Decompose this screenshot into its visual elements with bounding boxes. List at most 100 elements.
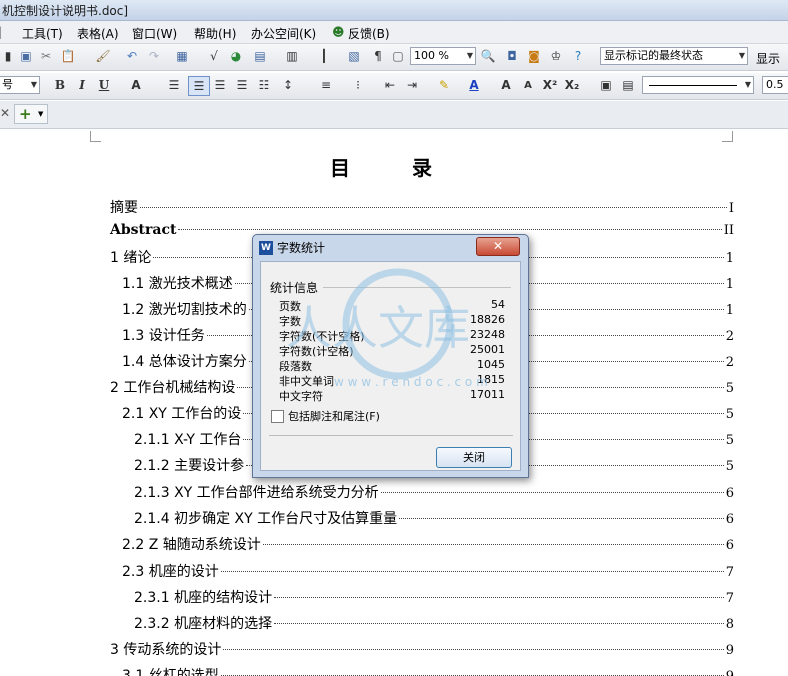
feedback-icon: ☻	[332, 25, 345, 39]
insert-table-icon[interactable]: ▦	[174, 48, 190, 64]
toc-entry-text: 2.3 机座的设计	[122, 564, 219, 580]
font-color-icon[interactable]: A	[466, 77, 482, 93]
subscript-button[interactable]: X₂	[564, 77, 580, 93]
insert-picture-icon[interactable]: ◕	[228, 48, 244, 64]
zoom-value: 100 %	[414, 49, 449, 62]
undo-icon[interactable]: ↶	[124, 48, 140, 64]
toc-entry-text: 3 传动系统的设计	[110, 642, 222, 658]
menu-table[interactable]: 表格(A)	[77, 25, 119, 42]
question-icon[interactable]: ?	[570, 48, 586, 64]
print-preview-icon[interactable]: ▢	[390, 48, 406, 64]
toc-leader	[262, 544, 724, 545]
distribute-icon[interactable]: ☷	[256, 77, 272, 93]
stat-label: 中文字符	[279, 390, 323, 403]
redo-partial-icon[interactable]: ▮	[0, 48, 16, 64]
toc-entry-text: 2.1 XY 工作台的设	[122, 406, 242, 422]
italic-button[interactable]: I	[74, 77, 90, 93]
dialog-body: 统计信息 页数 54 字数 18826 字符数(不计空格) 23248 字符数(计空格…	[260, 261, 521, 471]
cut-icon[interactable]: ✂	[38, 48, 54, 64]
find-icon[interactable]: 🔍	[480, 48, 496, 64]
toc-entry[interactable]: 2.1.3 XY 工作台部件进给系统受力分析 6	[134, 482, 734, 506]
align-right-icon[interactable]: ☰	[212, 77, 228, 93]
align-left-icon[interactable]: ☰	[166, 77, 182, 93]
bullets-icon[interactable]: ⁝	[350, 77, 366, 93]
word-count-dialog: W 字数统计 ✕ 统计信息 页数 54 字数 18826 字符数(不计空格) 2324…	[252, 234, 529, 478]
new-tab-button[interactable]: + ▼	[14, 104, 48, 124]
research-icon[interactable]: ◘	[504, 48, 520, 64]
format-painter-icon[interactable]: 🖌	[95, 48, 111, 64]
line-style-preview	[649, 85, 737, 86]
close-button[interactable]: 关闭	[436, 447, 512, 468]
show-menu-label[interactable]: 显示	[756, 50, 780, 67]
toc-leader	[274, 623, 724, 624]
stat-value: 23248	[470, 328, 505, 341]
document-tab-bar: ✕ + ▼	[0, 101, 788, 129]
menu-window[interactable]: 窗口(W)	[132, 25, 177, 42]
stat-value: 17011	[470, 388, 505, 401]
toc-entry[interactable]: 2.3 机座的设计 7	[122, 561, 734, 585]
justify-icon[interactable]: ☰	[234, 77, 250, 93]
chevron-down-icon: ▼	[466, 51, 473, 60]
toc-entry[interactable]: 3.1 丝杠的选型 9	[122, 665, 734, 676]
line-style-select[interactable]: ▼	[642, 76, 754, 94]
superscript-button[interactable]: X²	[542, 77, 558, 93]
title-bar: 机控制设计说明书.doc]	[0, 0, 788, 21]
standard-toolbar: ▮ ▣ ✂ 📋 🖌 ↶ ↷ ▦ √ ◕ ▤ ▥ ┃ ▧ ¶ ▢ 100 % ▼ …	[0, 44, 788, 71]
grow-font-icon[interactable]: A	[498, 77, 514, 93]
toc-entry[interactable]: 2.2 Z 轴随动系统设计 6	[122, 534, 734, 558]
dialog-close-icon[interactable]: ✕	[476, 237, 520, 256]
stat-row: 中文字符 17011	[279, 388, 505, 404]
toc-entry-text: 1.1 激光技术概述	[122, 276, 233, 292]
formula-icon[interactable]: √	[206, 48, 222, 64]
font-effect-icon[interactable]: A	[128, 77, 144, 93]
columns-icon[interactable]: ▥	[284, 48, 300, 64]
table-grid-icon[interactable]: ▤	[252, 48, 268, 64]
toc-entry[interactable]: 摘要 I	[110, 197, 734, 221]
shirt-icon[interactable]: ♔	[548, 48, 564, 64]
toc-leader	[223, 649, 724, 650]
highlight-icon[interactable]: ✎	[436, 77, 452, 93]
menu-feedback[interactable]: 反馈(B)	[348, 25, 390, 42]
menu-office-space[interactable]: 办公空间(K)	[251, 25, 316, 42]
include-footnotes-checkbox[interactable]: 包括脚注和尾注(F)	[271, 408, 380, 424]
decrease-indent-icon[interactable]: ⇤	[382, 77, 398, 93]
dialog-title: 字数统计	[277, 241, 326, 255]
toc-entry-text: 2.2 Z 轴随动系统设计	[122, 537, 261, 553]
help-icon[interactable]: ◙	[526, 48, 542, 64]
toc-entry-page: 2	[725, 329, 734, 344]
line-weight-select[interactable]: 0.5	[762, 76, 788, 94]
chart-icon[interactable]: ┃	[316, 48, 332, 64]
toc-entry[interactable]: 3 传动系统的设计 9	[110, 639, 734, 663]
stat-row: 字符数(计空格) 25001	[279, 343, 505, 359]
zoom-select[interactable]: 100 % ▼	[410, 47, 476, 65]
document-map-icon[interactable]: ▧	[346, 48, 362, 64]
toc-entry[interactable]: 2.1.4 初步确定 XY 工作台尺寸及估算重量 6	[134, 508, 734, 532]
close-tab-icon[interactable]: ✕	[0, 106, 10, 120]
menu-help[interactable]: 帮助(H)	[194, 25, 236, 42]
toc-leader	[220, 571, 724, 572]
shading-icon[interactable]: ▤	[620, 77, 636, 93]
markup-state-select[interactable]: 显示标记的最终状态 ▼	[600, 47, 748, 65]
bold-button[interactable]: B	[52, 77, 68, 93]
align-center-icon[interactable]: ☰	[188, 76, 210, 96]
font-size-select[interactable]: 号 ▼	[0, 76, 40, 94]
toc-entry[interactable]: 2.3.2 机座材料的选择 8	[134, 613, 734, 637]
save-icon[interactable]: ▣	[18, 48, 34, 64]
toc-entry-page: 5	[725, 381, 734, 396]
line-spacing-icon[interactable]: ↕	[280, 77, 296, 93]
increase-indent-icon[interactable]: ⇥	[404, 77, 420, 93]
shrink-font-icon[interactable]: A	[520, 77, 536, 93]
paste-icon[interactable]: 📋	[60, 48, 76, 64]
borders-icon[interactable]: ▣	[598, 77, 614, 93]
markup-state-value: 显示标记的最终状态	[604, 49, 703, 62]
paragraph-marks-icon[interactable]: ¶	[370, 48, 386, 64]
checkbox-label: 包括脚注和尾注(F)	[288, 410, 380, 423]
toc-entry[interactable]: 2.3.1 机座的结构设计 7	[134, 587, 734, 611]
redo-icon[interactable]: ↷	[146, 48, 162, 64]
numbering-icon[interactable]: ≡	[318, 77, 334, 93]
toc-entry-text: 2 工作台机械结构设	[110, 380, 236, 396]
underline-button[interactable]: U	[96, 77, 112, 93]
menu-tools[interactable]: 工具(T)	[22, 25, 63, 42]
checkbox-box[interactable]	[271, 409, 284, 423]
toc-entry-text: 2.3.2 机座材料的选择	[134, 616, 273, 632]
